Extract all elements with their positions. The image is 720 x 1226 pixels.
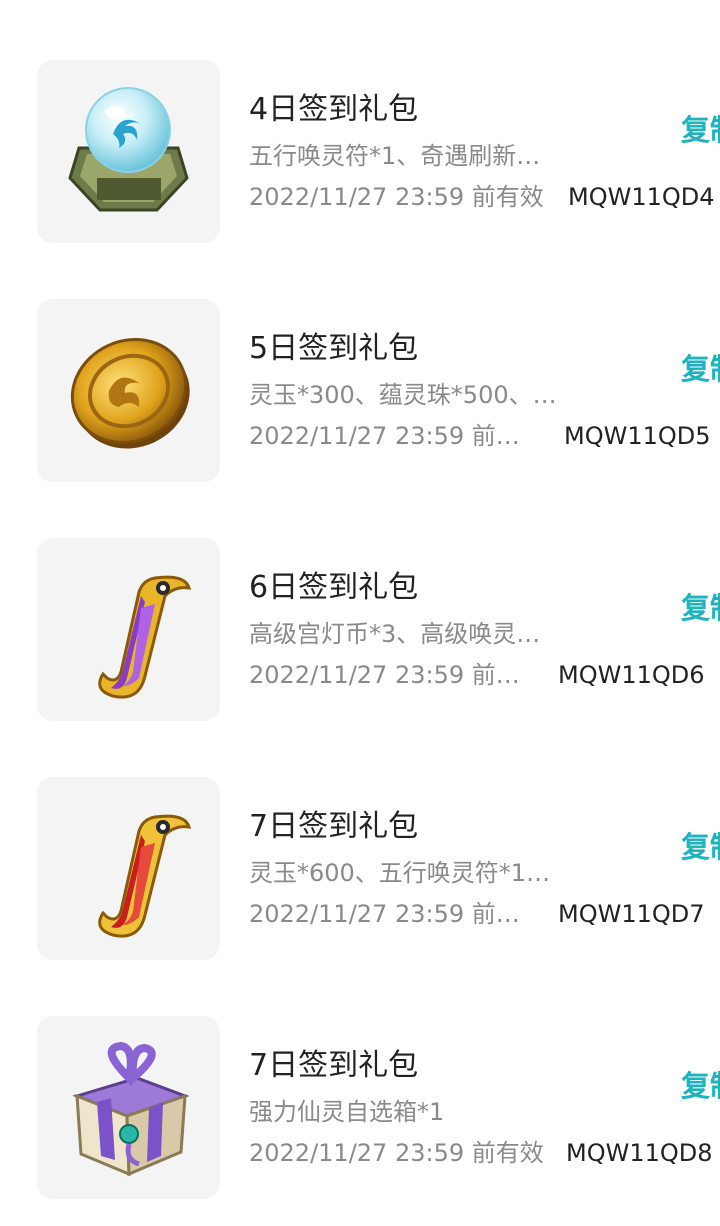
gift-thumbnail [37,538,220,721]
gift-item-1[interactable]: 4日签到礼包 五行唤灵符*1、奇遇刷新… 2022/11/27 23:59 前有… [0,60,720,244]
gift-thumbnail [37,60,220,243]
gift-expiry: 2022/11/27 23:59 前… [249,661,520,689]
gift-expiry: 2022/11/27 23:59 前… [249,422,520,450]
gift-description: 强力仙灵自选箱*1 [249,1098,445,1126]
gift-expiry: 2022/11/27 23:59 前有效 [249,1139,544,1167]
gift-title: 6日签到礼包 [249,570,419,605]
gift-item-2[interactable]: 5日签到礼包 灵玉*300、蕴灵珠*500、… 2022/11/27 23:59… [0,299,720,483]
gift-item-5[interactable]: 7日签到礼包 强力仙灵自选箱*1 2022/11/27 23:59 前有效 MQ… [0,1016,720,1200]
gift-title: 4日签到礼包 [249,92,419,127]
gift-thumbnail [37,1016,220,1199]
gift-box-icon [72,1041,190,1177]
red-scroll-icon [98,814,192,938]
gift-title: 5日签到礼包 [249,331,419,366]
copy-button[interactable]: 复制 [681,1066,720,1106]
gift-title: 7日签到礼包 [249,1048,419,1083]
gift-description: 高级宫灯币*3、高级唤灵… [249,620,541,648]
gift-thumbnail [37,777,220,960]
spirit-orb-icon [68,87,189,212]
copy-button[interactable]: 复制 [681,110,720,150]
copy-button[interactable]: 复制 [681,827,720,867]
gift-description: 五行唤灵符*1、奇遇刷新… [249,142,541,170]
gift-item-4[interactable]: 7日签到礼包 灵玉*600、五行唤灵符*1… 2022/11/27 23:59 … [0,777,720,961]
gift-code[interactable]: MQW11QD4 [568,180,715,214]
gift-code[interactable]: MQW11QD6 [558,658,705,692]
gift-description: 灵玉*600、五行唤灵符*1… [249,859,551,887]
gift-expiry: 2022/11/27 23:59 前有效 [249,183,544,211]
gift-code[interactable]: MQW11QD7 [558,897,705,931]
copy-button[interactable]: 复制 [681,349,720,389]
gift-description: 灵玉*300、蕴灵珠*500、… [249,381,557,409]
gift-thumbnail [37,299,220,482]
gift-code[interactable]: MQW11QD5 [564,419,711,453]
purple-scroll-icon [98,575,192,699]
gold-coin-icon [70,337,190,449]
gift-expiry: 2022/11/27 23:59 前… [249,900,520,928]
gift-title: 7日签到礼包 [249,809,419,844]
gift-package-list: 4日签到礼包 五行唤灵符*1、奇遇刷新… 2022/11/27 23:59 前有… [0,0,720,1226]
copy-button[interactable]: 复制 [681,588,720,628]
gift-item-3[interactable]: 6日签到礼包 高级宫灯币*3、高级唤灵… 2022/11/27 23:59 前…… [0,538,720,722]
gift-code[interactable]: MQW11QD8 [566,1136,713,1170]
